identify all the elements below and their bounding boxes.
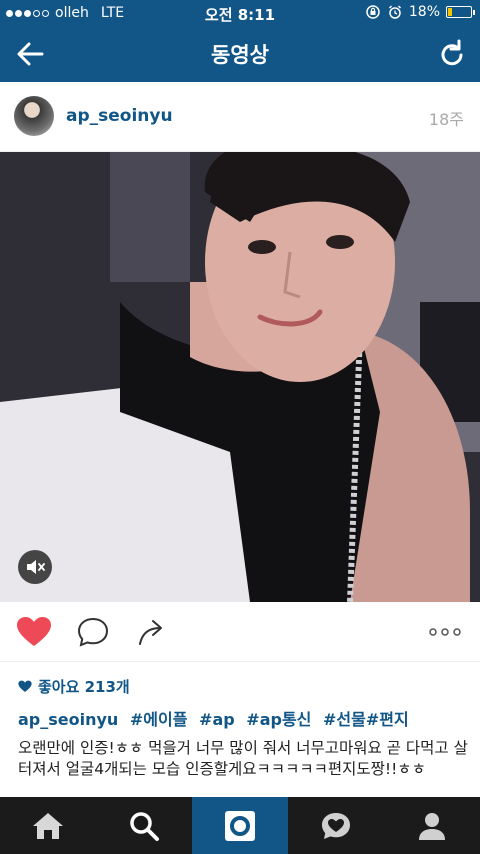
tab-home[interactable]	[0, 797, 96, 854]
avatar[interactable]	[14, 96, 54, 136]
hashtag[interactable]: #선물#편지	[323, 710, 409, 729]
more-dots-icon[interactable]	[428, 622, 462, 642]
hashtag[interactable]: #ap	[199, 710, 235, 729]
alarm-icon	[388, 5, 401, 19]
caption-username[interactable]: ap_seoinyu	[18, 710, 118, 729]
tab-camera[interactable]	[192, 797, 288, 854]
refresh-icon[interactable]	[436, 38, 468, 70]
search-icon	[130, 811, 159, 841]
status-bar: olleh LTE 오전 8:11 18%	[0, 0, 480, 26]
status-right: 18%	[365, 4, 475, 20]
tab-profile[interactable]	[384, 797, 480, 854]
heart-icon[interactable]	[16, 616, 52, 648]
likes-label: 좋아요 213개	[38, 678, 130, 696]
likes-count[interactable]: 좋아요 213개	[18, 676, 130, 697]
mute-button[interactable]	[18, 550, 52, 584]
battery-percent: 18%	[408, 4, 440, 20]
video-player[interactable]	[0, 152, 480, 602]
tab-activity[interactable]	[288, 797, 384, 854]
hashtag[interactable]: #ap통신	[246, 710, 311, 729]
battery-icon	[446, 6, 475, 18]
speaker-muted-icon	[27, 560, 45, 574]
tab-search[interactable]	[96, 797, 192, 854]
activity-heart-icon	[322, 812, 350, 839]
profile-icon	[419, 812, 445, 840]
page-title: 동영상	[211, 43, 269, 67]
post-header: ap_seoinyu 18주	[0, 82, 480, 152]
video-frame	[0, 152, 480, 602]
like-count-heart-icon	[18, 680, 32, 692]
caption-header: ap_seoinyu #에이플 #ap #ap통신 #선물#편지	[18, 706, 415, 730]
tab-bar	[0, 797, 480, 854]
caption-text: 오랜만에 인증!ㅎㅎ 먹을거 너무 많이 줘서 너무고마워요 곧 다먹고 살터져…	[18, 739, 468, 778]
post-username[interactable]: ap_seoinyu	[66, 106, 173, 126]
navigation-bar: 동영상	[0, 26, 480, 82]
camera-icon	[225, 810, 255, 841]
post-age: 18주	[428, 110, 464, 129]
home-icon	[33, 812, 63, 839]
top-bar: olleh LTE 오전 8:11 18% 동영상	[0, 0, 480, 82]
post-actions	[0, 602, 480, 662]
share-icon[interactable]	[136, 616, 168, 648]
comment-icon[interactable]	[76, 616, 110, 648]
hashtag[interactable]: #에이플	[130, 710, 188, 729]
rotation-lock-icon	[366, 5, 380, 19]
